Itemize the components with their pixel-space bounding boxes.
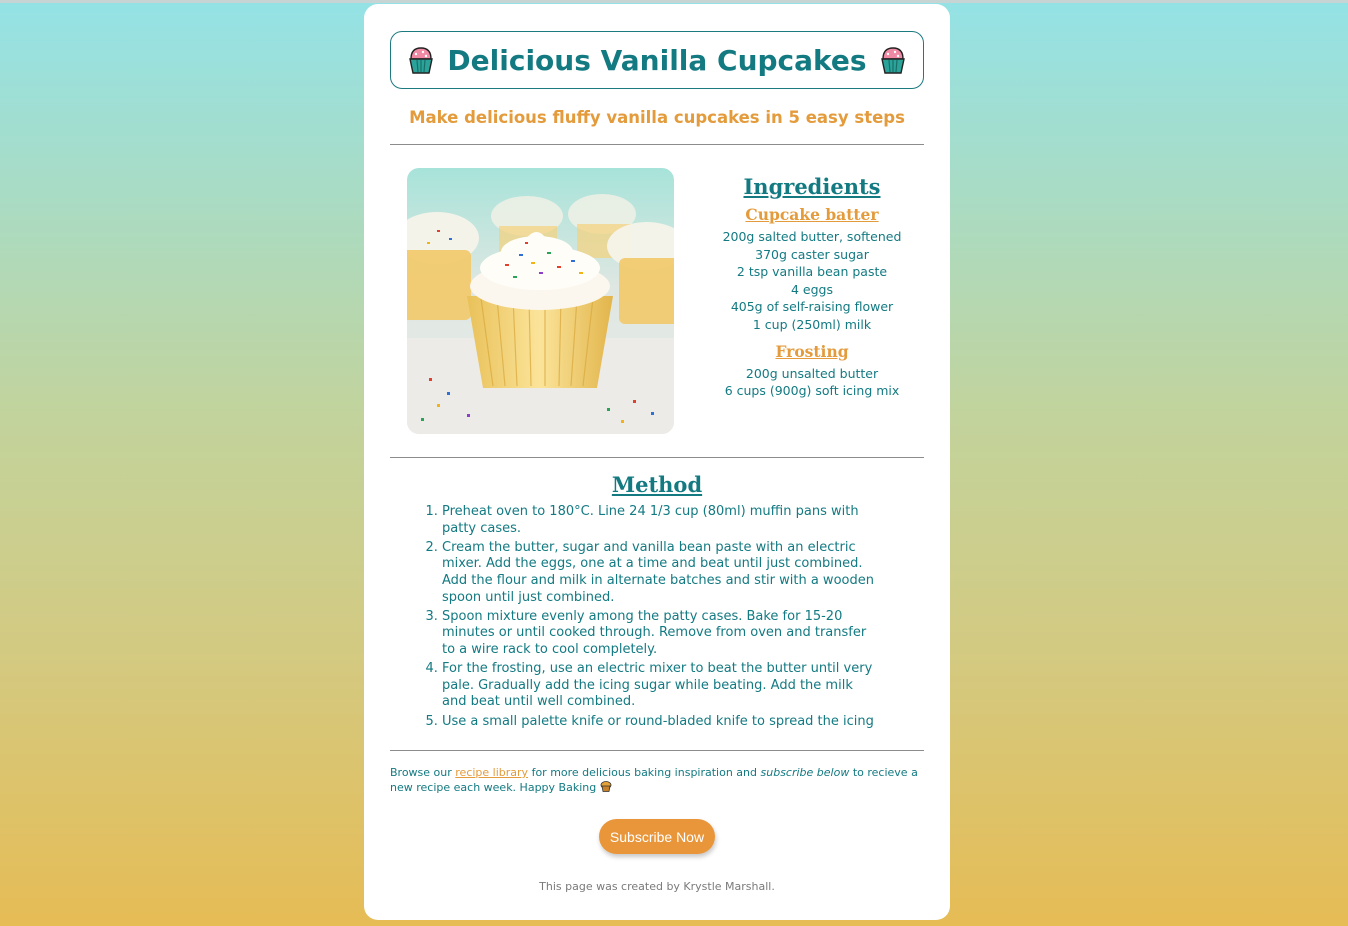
recipe-card: Delicious Vanilla Cupcakes Make deliciou…	[364, 4, 950, 920]
cupcake-icon	[880, 47, 905, 74]
title-box: Delicious Vanilla Cupcakes	[390, 31, 924, 89]
cupcake-photo	[407, 168, 674, 434]
ingredients-heading: Ingredients	[743, 174, 881, 199]
method-step: Use a small palette knife or round-blade…	[442, 714, 876, 731]
muffin-icon	[600, 780, 612, 792]
recipe-library-link[interactable]: recipe library	[455, 766, 528, 779]
footer-text-prefix: Browse our	[390, 766, 456, 779]
page-subtitle: Make delicious fluffy vanilla cupcakes i…	[409, 108, 905, 127]
list-item: 1 cup (250ml) milk	[752, 316, 872, 332]
browser-top-edge	[0, 0, 1348, 3]
batter-list: 200g salted butter, softened 370g caster…	[694, 228, 930, 334]
method-step: Preheat oven to 180°C. Line 24 1/3 cup (…	[442, 504, 876, 537]
credit-text: This page was created by Krystle Marshal…	[539, 880, 775, 893]
method-step: For the frosting, use an electric mixer …	[442, 661, 876, 711]
list-item: 2 tsp vanilla bean paste	[736, 264, 888, 280]
list-item: 405g of self-raising flower	[730, 299, 894, 315]
method-step: Cream the butter, sugar and vanilla bean…	[442, 540, 876, 606]
method-heading: Method	[611, 472, 703, 497]
method-steps: Preheat oven to 180°C. Line 24 1/3 cup (…	[408, 504, 876, 733]
subscribe-button[interactable]: Subscribe Now	[599, 819, 715, 854]
list-item: 200g salted butter, softened	[722, 229, 902, 244]
divider	[390, 144, 924, 145]
subscribe-below-text: subscribe below	[760, 766, 850, 779]
ingredients-section: Ingredients Cupcake batter 200g salted b…	[694, 174, 930, 408]
divider	[390, 457, 924, 458]
footer-text: Browse our recipe library for more delic…	[390, 766, 930, 795]
list-item: 6 cups (900g) soft icing mix	[724, 383, 900, 399]
footer-text-middle: for more delicious baking inspiration an…	[528, 766, 761, 779]
page-title-text: Delicious Vanilla Cupcakes	[447, 43, 867, 77]
page-title: Delicious Vanilla Cupcakes	[407, 44, 906, 77]
list-item: 4 eggs	[791, 281, 833, 297]
list-item: 370g caster sugar	[755, 246, 869, 262]
frosting-heading: Frosting	[775, 341, 849, 361]
method-step: Spoon mixture evenly among the patty cas…	[442, 609, 876, 659]
batter-heading: Cupcake batter	[745, 205, 879, 224]
frosting-list: 200g unsalted butter 6 cups (900g) soft …	[694, 365, 930, 400]
cupcake-icon	[409, 47, 434, 74]
divider	[390, 750, 924, 751]
list-item: 200g unsalted butter	[745, 365, 879, 381]
